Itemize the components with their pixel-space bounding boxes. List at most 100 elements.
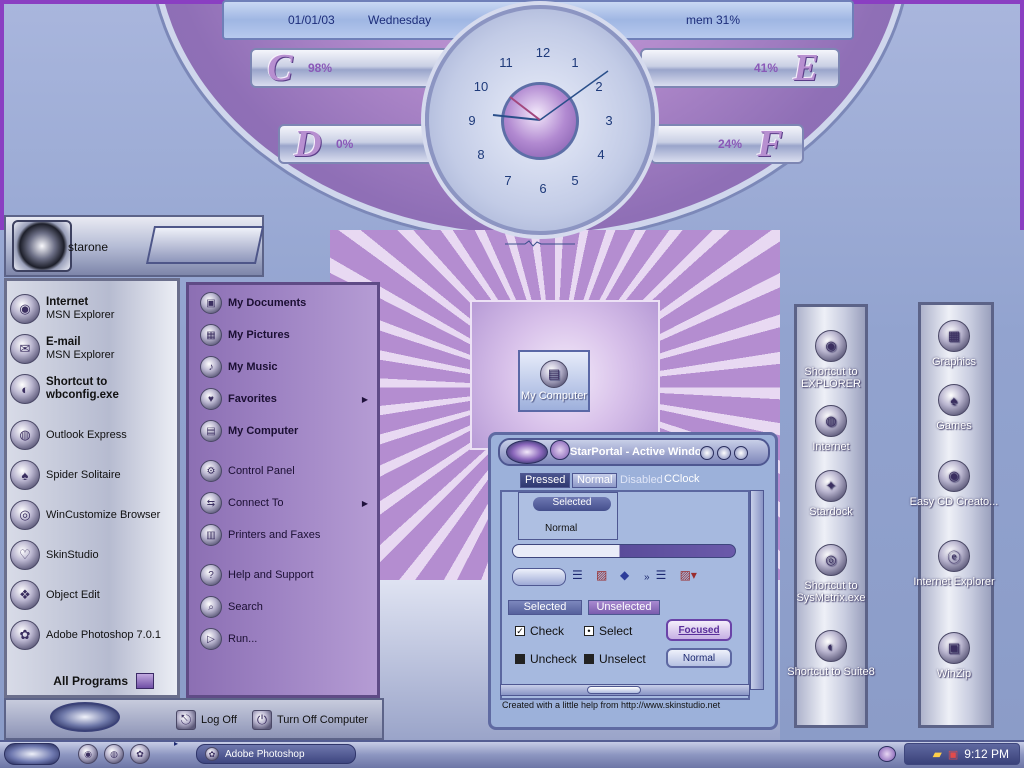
- checkbox-unchecked-icon: [515, 654, 525, 664]
- checkbox-uncheck[interactable]: Uncheck: [515, 652, 577, 666]
- image-icon[interactable]: ▨: [596, 568, 614, 586]
- start-button[interactable]: [4, 743, 60, 765]
- power-icon: ⏻: [252, 710, 272, 730]
- radio-select[interactable]: • Select: [584, 624, 632, 638]
- horizontal-scrollbar[interactable]: [500, 684, 750, 696]
- icon-label: Easy CD Creato...: [909, 496, 999, 508]
- list-icon[interactable]: ☰: [572, 568, 590, 586]
- desktop-icon-suite8[interactable]: ◐ Shortcut to Suite8: [781, 630, 881, 678]
- all-programs-button[interactable]: All Programs: [14, 670, 154, 692]
- window-menu-icon[interactable]: [506, 440, 548, 464]
- window-minimize-button[interactable]: [550, 440, 570, 460]
- games-folder-icon: ♠: [938, 384, 970, 416]
- tab-cclock[interactable]: CClock: [660, 473, 703, 488]
- tray-app-icon[interactable]: ▣: [948, 748, 958, 761]
- places-item-my-pictures[interactable]: ▦ My Pictures: [200, 323, 374, 347]
- tray-folder-icon[interactable]: ▰: [933, 747, 942, 761]
- taskbar-button-label: Adobe Photoshop: [225, 748, 305, 760]
- desktop-icon-graphics[interactable]: ▦ Graphics: [904, 320, 1004, 368]
- places-item-control-panel[interactable]: ⚙ Control Panel: [200, 459, 374, 483]
- desktop-icon-games[interactable]: ♠ Games: [904, 384, 1004, 432]
- item-subtitle: MSN Explorer: [46, 349, 115, 361]
- tab-unselected[interactable]: Unselected: [588, 600, 660, 615]
- places-item-connect-to[interactable]: ⇆ Connect To ▶: [200, 491, 374, 515]
- places-item-my-documents[interactable]: ▣ My Documents: [200, 291, 374, 315]
- frame-decoration-left: [0, 0, 230, 230]
- window-close-button[interactable]: [734, 446, 748, 460]
- internet-explorer-icon: ⓔ: [938, 540, 970, 572]
- menu-item-spider-solitaire[interactable]: ♠ Spider Solitaire: [10, 458, 178, 492]
- quick-launch-chevron-icon[interactable]: ▸: [174, 739, 178, 748]
- drive-c-gauge[interactable]: C 98%: [250, 47, 450, 89]
- places-item-search[interactable]: ⌕ Search: [200, 595, 374, 619]
- tab-selected[interactable]: Selected: [508, 600, 582, 615]
- icon-label: My Computer: [520, 390, 588, 402]
- listbox-item-selected[interactable]: Selected: [533, 497, 611, 511]
- tab-pressed[interactable]: Pressed: [520, 473, 571, 488]
- quick-launch-icon[interactable]: ◉: [78, 744, 98, 764]
- quick-launch-icon[interactable]: ✿: [130, 744, 150, 764]
- desktop-icon-easy-cd-creator[interactable]: ◉ Easy CD Creato...: [904, 460, 1004, 508]
- pinned-item-internet[interactable]: ◉ Internet MSN Explorer: [10, 292, 178, 326]
- focused-button[interactable]: Focused: [666, 619, 732, 641]
- tab-normal[interactable]: Normal: [572, 473, 618, 488]
- scrollbar-thumb[interactable]: [587, 686, 641, 694]
- window-title: StarPortal - Active Window: [570, 446, 711, 458]
- desktop-icon-explorer[interactable]: ◉ Shortcut to EXPLORER: [781, 330, 881, 390]
- all-programs-arrow-icon: [136, 673, 154, 689]
- pictures-icon: ▦: [200, 324, 222, 346]
- tray-clock[interactable]: 9:12 PM: [964, 747, 1009, 761]
- cube-icon[interactable]: ◆: [620, 568, 638, 586]
- menu-item-object-edit[interactable]: ❖ Object Edit: [10, 578, 178, 612]
- drive-d-gauge[interactable]: D 0%: [278, 123, 438, 165]
- desktop-icon-winzip[interactable]: ▣ WinZip: [904, 632, 1004, 680]
- pinned-item-email[interactable]: ✉ E-mail MSN Explorer: [10, 332, 178, 366]
- window-shade-button[interactable]: [700, 446, 714, 460]
- pinned-item-wbconfig[interactable]: ◐ Shortcut to wbconfig.exe: [10, 372, 178, 406]
- desktop-icon-internet[interactable]: ◍ Internet: [781, 405, 881, 453]
- log-off-icon: ⎋: [176, 710, 196, 730]
- taskbar-button-photoshop[interactable]: ✿ Adobe Photoshop: [196, 744, 356, 764]
- desktop-icon-internet-explorer[interactable]: ⓔ Internet Explorer: [904, 540, 1004, 588]
- drive-letter: D: [294, 123, 322, 165]
- menu-item-wincustomize-browser[interactable]: ◎ WinCustomize Browser: [10, 498, 178, 532]
- menu-item-adobe-photoshop[interactable]: ✿ Adobe Photoshop 7.0.1: [10, 618, 178, 652]
- radio-unselect[interactable]: Unselect: [584, 652, 646, 666]
- places-item-run[interactable]: ▷ Run...: [200, 627, 374, 651]
- image-dropdown-icon[interactable]: ▨▾: [680, 568, 706, 586]
- item-label: Connect To: [228, 497, 284, 509]
- more-chevron-icon[interactable]: »: [644, 572, 650, 583]
- window-maximize-button[interactable]: [717, 446, 731, 460]
- menu-item-outlook-express[interactable]: ◍ Outlook Express: [10, 418, 178, 452]
- drive-f-gauge[interactable]: 24% F: [650, 123, 804, 165]
- drive-e-gauge[interactable]: 41% E: [640, 47, 840, 89]
- desktop-icon-sysmetrix[interactable]: ◎ Shortcut to SysMetrix.exe: [781, 544, 881, 604]
- places-item-my-computer[interactable]: ▤ My Computer: [200, 419, 374, 443]
- desktop-icon-my-computer[interactable]: ▤ My Computer: [518, 350, 590, 412]
- item-label: Printers and Faxes: [228, 529, 321, 541]
- normal-button[interactable]: Normal: [666, 648, 732, 668]
- run-icon: ▷: [200, 628, 222, 650]
- window-control-buttons: [700, 446, 764, 462]
- tray-orb-icon[interactable]: [878, 746, 896, 762]
- menu-item-skinstudio[interactable]: ♡ SkinStudio: [10, 538, 178, 572]
- list-icon[interactable]: ☰: [656, 568, 674, 586]
- log-off-button[interactable]: ⎋ Log Off: [176, 708, 246, 732]
- desktop-icon-stardock[interactable]: ✦ Stardock: [781, 470, 881, 518]
- icon-label: WinZip: [936, 668, 972, 680]
- places-item-my-music[interactable]: ♪ My Music: [200, 355, 374, 379]
- turn-off-button[interactable]: ⏻ Turn Off Computer: [252, 708, 380, 732]
- icon-label: Internet: [812, 441, 850, 453]
- toolbar-button[interactable]: [512, 568, 566, 586]
- checkbox-check[interactable]: ✓ Check: [515, 624, 564, 638]
- object-edit-icon: ❖: [10, 580, 40, 610]
- quick-launch-icon[interactable]: ◍: [104, 744, 124, 764]
- user-avatar[interactable]: [12, 220, 72, 272]
- places-item-help-support[interactable]: ? Help and Support: [200, 563, 374, 587]
- places-item-favorites[interactable]: ♥ Favorites ▶: [200, 387, 374, 411]
- listbox[interactable]: Selected Normal: [518, 492, 618, 540]
- vertical-scrollbar[interactable]: [750, 490, 764, 690]
- listbox-item-normal[interactable]: Normal: [545, 523, 577, 534]
- user-name: starone: [68, 240, 109, 254]
- places-item-printers-faxes[interactable]: ▥ Printers and Faxes: [200, 523, 374, 547]
